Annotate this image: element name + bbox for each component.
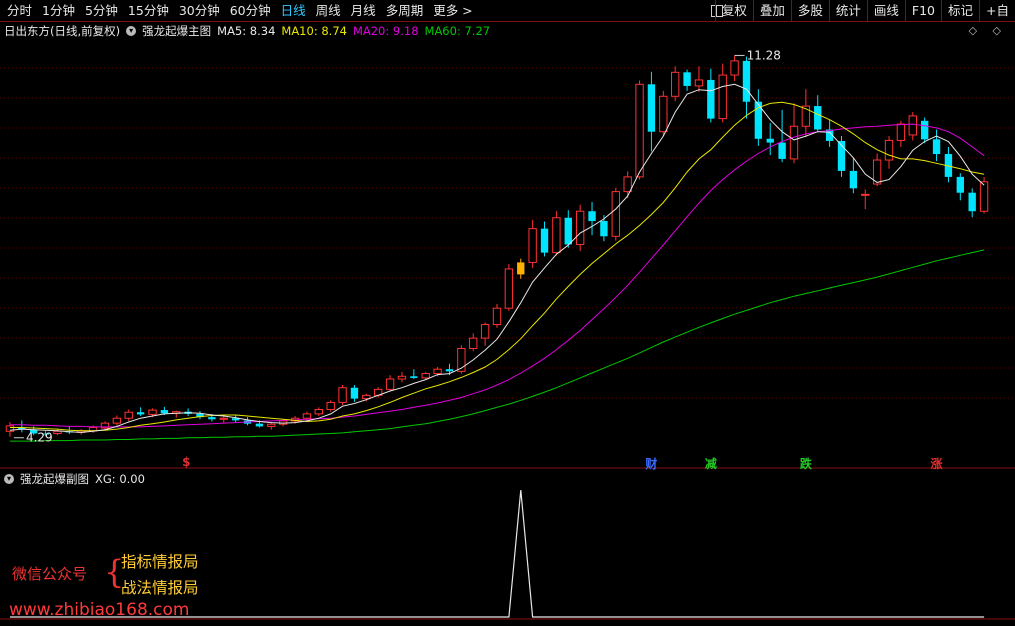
- candle-body: [671, 71, 680, 97]
- candle-body: [694, 79, 704, 87]
- candle-body: [647, 84, 656, 132]
- candle-body: [932, 139, 941, 155]
- candle-body: [445, 369, 454, 372]
- candle-body: [208, 417, 216, 420]
- candle-body: [575, 210, 585, 245]
- signal-marker-3: 跌: [799, 457, 812, 471]
- sub-indicator-menu-icon[interactable]: ▾: [4, 474, 14, 484]
- watermark-url: www.zhibiao168.com: [9, 600, 190, 620]
- candle-body: [968, 192, 976, 212]
- candle-body: [528, 228, 537, 263]
- candle-body: [659, 95, 668, 133]
- candle-body: [849, 170, 858, 189]
- candle-body: [136, 412, 145, 415]
- candle-body: [53, 430, 62, 434]
- candlestick-chart[interactable]: 11.28 4.29: [0, 0, 1015, 626]
- candle-body: [979, 181, 989, 212]
- min-price-label: 4.29: [26, 431, 53, 445]
- candle-body: [814, 106, 822, 130]
- signal-marker-1: 财: [645, 457, 658, 471]
- candle-body: [908, 115, 917, 136]
- candle-body: [588, 211, 596, 222]
- candle-body: [397, 375, 407, 380]
- candle-body: [160, 410, 169, 414]
- candle-body: [540, 228, 549, 253]
- candle-body: [718, 74, 727, 120]
- sub-chart-header: ▾ 强龙起爆副图 XG: 0.00: [4, 472, 145, 486]
- candle-body: [421, 373, 430, 379]
- candle-body: [778, 142, 786, 159]
- candle-body: [730, 60, 739, 76]
- watermark-name-2: 战法情报局: [121, 579, 199, 597]
- candle-body: [255, 423, 264, 427]
- ma5-line: [9, 83, 985, 433]
- max-price-label: 11.28: [747, 48, 781, 62]
- candle-body: [766, 138, 774, 143]
- candle-body: [564, 217, 572, 245]
- candle-body: [385, 378, 395, 390]
- candle-body: [742, 60, 751, 102]
- signal-marker-2: 减: [704, 457, 717, 471]
- candle-body: [600, 221, 608, 237]
- candle-body: [635, 83, 644, 178]
- signal-marker-0: $: [182, 455, 191, 469]
- candle-body: [219, 417, 228, 420]
- sub-indicator-name[interactable]: 强龙起爆副图: [20, 471, 89, 487]
- candle-body: [552, 217, 561, 254]
- candle-body: [789, 125, 799, 160]
- candle-body: [362, 394, 371, 400]
- candle-body: [920, 120, 929, 140]
- candle-body: [410, 376, 418, 378]
- candle-body: [350, 387, 359, 399]
- candle-body: [611, 191, 620, 237]
- candle-body: [148, 409, 157, 415]
- candle-body: [480, 324, 490, 339]
- candle-body: [707, 79, 715, 119]
- candle-body: [896, 123, 906, 141]
- candle-body: [433, 368, 442, 375]
- signal-marker-4: 涨: [930, 457, 943, 471]
- candle-body: [338, 387, 347, 403]
- candle-body: [517, 262, 525, 275]
- candle-body: [884, 139, 894, 161]
- candle-body: [326, 401, 335, 411]
- candle-body: [469, 337, 478, 349]
- candle-body: [267, 423, 276, 427]
- candle-body: [623, 176, 632, 193]
- candle-body: [956, 176, 964, 193]
- candle-body: [492, 307, 502, 326]
- candle-body: [302, 413, 312, 419]
- candle-body: [124, 411, 133, 419]
- candle-body: [683, 72, 691, 86]
- candle-body: [861, 193, 870, 196]
- xg-label: XG: 0.00: [95, 472, 145, 486]
- candle-body: [112, 417, 122, 424]
- watermark-wechat: 微信公众号: [12, 565, 88, 583]
- candle-body: [504, 268, 514, 309]
- candle-body: [314, 409, 323, 415]
- watermark-name-1: 指标情报局: [121, 553, 199, 571]
